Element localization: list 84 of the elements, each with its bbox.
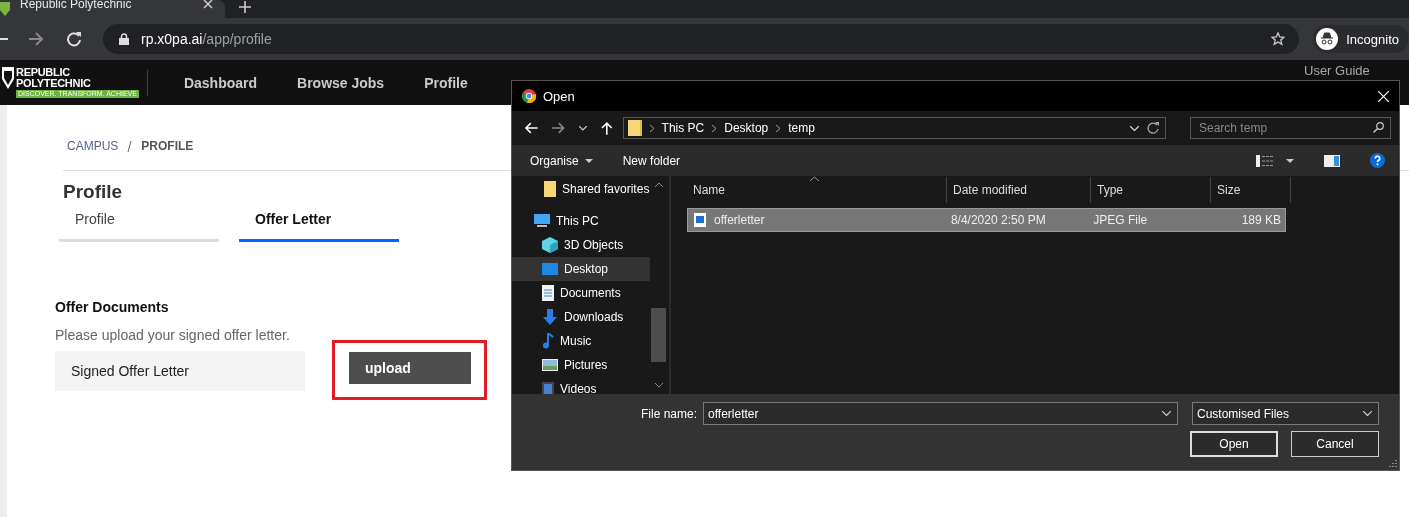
organise-menu[interactable]: Organise [530, 153, 593, 168]
close-icon[interactable] [203, 0, 213, 9]
file-row[interactable]: offerletter 8/4/2020 2:50 PM JPEG File 189 KB [687, 208, 1286, 232]
navigation-item[interactable]: Desktop [512, 257, 650, 281]
folder-icon [544, 181, 556, 197]
caret-icon [584, 158, 593, 163]
new-folder-button[interactable]: New folder [622, 153, 681, 168]
browser-tab[interactable]: Republic Polytechnic [0, 0, 225, 18]
download-arrow-icon [542, 309, 558, 325]
resize-grip-icon[interactable] [1388, 459, 1397, 468]
lock-icon [118, 33, 129, 45]
document-label: Signed Offer Letter [55, 351, 305, 391]
file-name-field[interactable]: offerletter [703, 402, 1178, 425]
dialog-title: Open [543, 88, 576, 104]
chevron-down-icon[interactable] [579, 125, 587, 131]
navigation-item[interactable]: This PC [512, 209, 650, 233]
caret-icon[interactable] [1286, 158, 1294, 163]
upload-button[interactable]: upload [349, 352, 471, 384]
tab[interactable]: Profile [59, 211, 219, 242]
incognito-button[interactable]: Incognito [1313, 25, 1409, 53]
address-bar[interactable]: rp.x0pa.ai/app/profile [102, 24, 1300, 54]
url-text: rp.x0pa.ai/app/profile [140, 31, 273, 47]
breadcrumb-link[interactable]: CAMPUS [67, 139, 119, 153]
navigation-item[interactable]: Music [512, 329, 650, 353]
logo-text: POLYTECHNIC [16, 78, 91, 89]
image-file-icon [694, 213, 706, 227]
path-bar[interactable]: This PC Desktop temp [622, 117, 1166, 139]
section-heading: Offer Documents [55, 299, 170, 315]
user-guide-link[interactable]: User Guide [1304, 63, 1370, 78]
incognito-icon [1316, 28, 1339, 50]
cube-icon [542, 237, 558, 253]
monitor-icon [534, 214, 550, 228]
navigation-item[interactable]: Documents [512, 281, 650, 305]
navigation-item[interactable]: 3D Objects [512, 233, 650, 257]
chevron-right-icon [776, 124, 781, 132]
path-segment[interactable]: Desktop [724, 121, 769, 135]
tab[interactable]: Offer Letter [239, 211, 399, 242]
search-field[interactable]: Search temp [1190, 117, 1391, 139]
dialog-button[interactable]: Open [1190, 431, 1278, 457]
nav-link[interactable]: Dashboard [183, 74, 257, 91]
plus-icon[interactable] [239, 1, 251, 13]
column-header[interactable]: Type [1091, 177, 1211, 203]
navigation-item[interactable]: Pictures [512, 353, 650, 377]
page-title: Profile [63, 181, 123, 203]
folder-icon [627, 120, 642, 136]
image-icon [542, 359, 558, 371]
music-note-icon [542, 333, 554, 349]
path-segment[interactable]: This PC [661, 121, 705, 135]
navigation-item[interactable]: Downloads [512, 305, 650, 329]
search-icon [1373, 122, 1384, 133]
chevron-down-icon [1363, 411, 1372, 416]
column-header[interactable]: Date modified [947, 177, 1091, 203]
help-icon[interactable] [1370, 153, 1385, 168]
refresh-icon[interactable] [1147, 122, 1159, 134]
chevron-down-icon[interactable] [1130, 125, 1139, 131]
path-segment[interactable]: temp [788, 121, 815, 135]
scrollbar-thumb[interactable] [651, 308, 666, 362]
file-type-dropdown[interactable]: Customised Files [1192, 402, 1379, 425]
shield-icon [0, 2, 10, 16]
scroll-down-icon[interactable] [654, 383, 663, 388]
nav-link[interactable]: Profile [424, 74, 468, 91]
column-header[interactable]: Size [1211, 177, 1291, 203]
logo-text: REPUBLIC [16, 67, 70, 78]
nav-link[interactable]: Browse Jobs [297, 74, 385, 91]
document-icon [542, 285, 554, 301]
breadcrumb-link[interactable]: PROFILE [141, 139, 194, 153]
dialog-button[interactable]: Cancel [1291, 431, 1379, 457]
forward-arrow-icon[interactable] [28, 32, 44, 46]
chrome-logo-icon [522, 89, 536, 103]
column-header[interactable]: Name [687, 177, 947, 203]
chevron-down-icon [1162, 411, 1171, 416]
monitor-icon [542, 263, 558, 275]
scroll-up-icon[interactable] [654, 182, 663, 187]
star-icon[interactable] [1271, 32, 1286, 46]
forward-arrow-icon[interactable] [551, 122, 566, 134]
chevron-right-icon [712, 124, 717, 132]
navigation-item[interactable]: Shared favorites [512, 177, 650, 201]
file-name-label: File name: [640, 406, 697, 421]
up-arrow-icon[interactable] [600, 121, 613, 135]
view-list-icon[interactable] [1256, 154, 1274, 167]
hint-text: Please upload your signed offer letter. [55, 327, 290, 343]
preview-pane-icon[interactable] [1324, 154, 1340, 167]
reload-icon[interactable] [66, 31, 82, 47]
chevron-right-icon [649, 124, 654, 132]
